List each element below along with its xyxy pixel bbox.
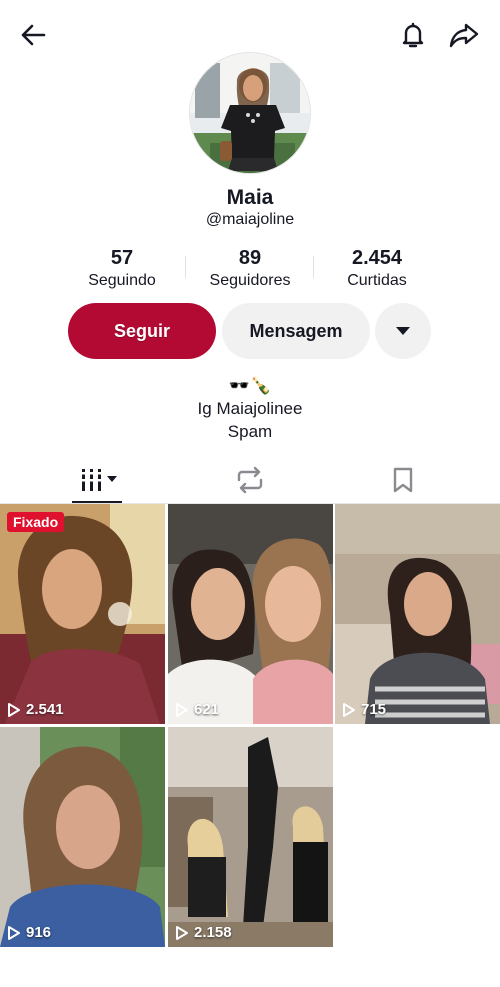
share-arrow-icon: [449, 23, 479, 48]
bio-emojis: 🕶️🍾: [228, 376, 272, 395]
back-button[interactable]: [13, 15, 53, 55]
profile-actions: Seguir Mensagem: [0, 303, 500, 359]
message-button[interactable]: Mensagem: [222, 303, 370, 359]
play-icon: [176, 925, 188, 940]
repost-icon: [237, 466, 263, 493]
view-count-text: 916: [26, 924, 52, 941]
share-button[interactable]: [444, 15, 484, 55]
stat-followers-label: Seguidores: [209, 272, 291, 289]
stat-likes-count: 2.454: [351, 247, 403, 269]
active-tab-indicator: [72, 501, 122, 503]
stat-following-label: Seguindo: [88, 272, 156, 289]
view-count: 916: [7, 924, 51, 941]
grid-bars-icon: [80, 468, 117, 491]
avatar[interactable]: [189, 52, 311, 174]
video-thumbnail-image: [0, 727, 165, 947]
play-icon: [176, 702, 188, 717]
bio-instagram: Ig Maiajolinee: [197, 399, 303, 418]
video-thumbnail-image: [168, 504, 333, 724]
video-thumbnail-image: [335, 504, 500, 724]
view-count: 2.158: [175, 924, 232, 941]
video-thumbnail[interactable]: 2.158: [168, 727, 333, 947]
tab-videos[interactable]: [17, 456, 183, 503]
profile-stats: 57 Seguindo 89 Seguidores 2.454 Curtidas: [0, 246, 500, 294]
bell-icon: [402, 22, 424, 48]
video-thumbnail-image: [168, 727, 333, 947]
stat-followers[interactable]: 89 Seguidores: [185, 246, 315, 291]
tab-reposts[interactable]: [167, 456, 333, 503]
tab-saved[interactable]: [320, 456, 486, 503]
stat-followers-count: 89: [238, 247, 262, 269]
bookmark-icon: [393, 467, 413, 492]
play-icon: [343, 702, 355, 717]
notifications-button[interactable]: [393, 15, 433, 55]
view-count: 715: [342, 701, 386, 718]
view-count-text: 2.158: [194, 924, 232, 941]
profile-tabs: [0, 456, 500, 504]
view-count: 621: [175, 701, 219, 718]
view-count-text: 621: [194, 701, 220, 718]
video-thumbnail[interactable]: 715: [335, 504, 500, 724]
profile-handle: @maiajoline: [205, 211, 295, 228]
play-icon: [8, 925, 20, 940]
profile-name: Maia: [226, 186, 274, 209]
view-count: 2.541: [7, 701, 64, 718]
view-count-text: 2.541: [26, 701, 64, 718]
stat-following-count: 57: [110, 247, 134, 269]
pinned-badge: Fixado: [7, 512, 65, 532]
video-thumbnail[interactable]: 621: [168, 504, 333, 724]
video-thumbnail[interactable]: Fixado 2.541: [0, 504, 165, 724]
more-options-button[interactable]: [375, 303, 431, 359]
bio-spam: Spam: [227, 422, 273, 441]
stat-likes[interactable]: 2.454 Curtidas: [312, 246, 442, 291]
follow-button[interactable]: Seguir: [68, 303, 216, 359]
stat-likes-label: Curtidas: [347, 272, 407, 289]
caret-down-icon: [396, 327, 410, 335]
play-icon: [8, 702, 20, 717]
video-thumbnail-image: [0, 504, 165, 724]
stat-following[interactable]: 57 Seguindo: [57, 246, 187, 291]
video-thumbnail[interactable]: 916: [0, 727, 165, 947]
view-count-text: 715: [361, 701, 387, 718]
arrow-left-icon: [21, 24, 46, 46]
profile-bio: 🕶️🍾 Ig Maiajolinee Spam: [0, 374, 500, 443]
